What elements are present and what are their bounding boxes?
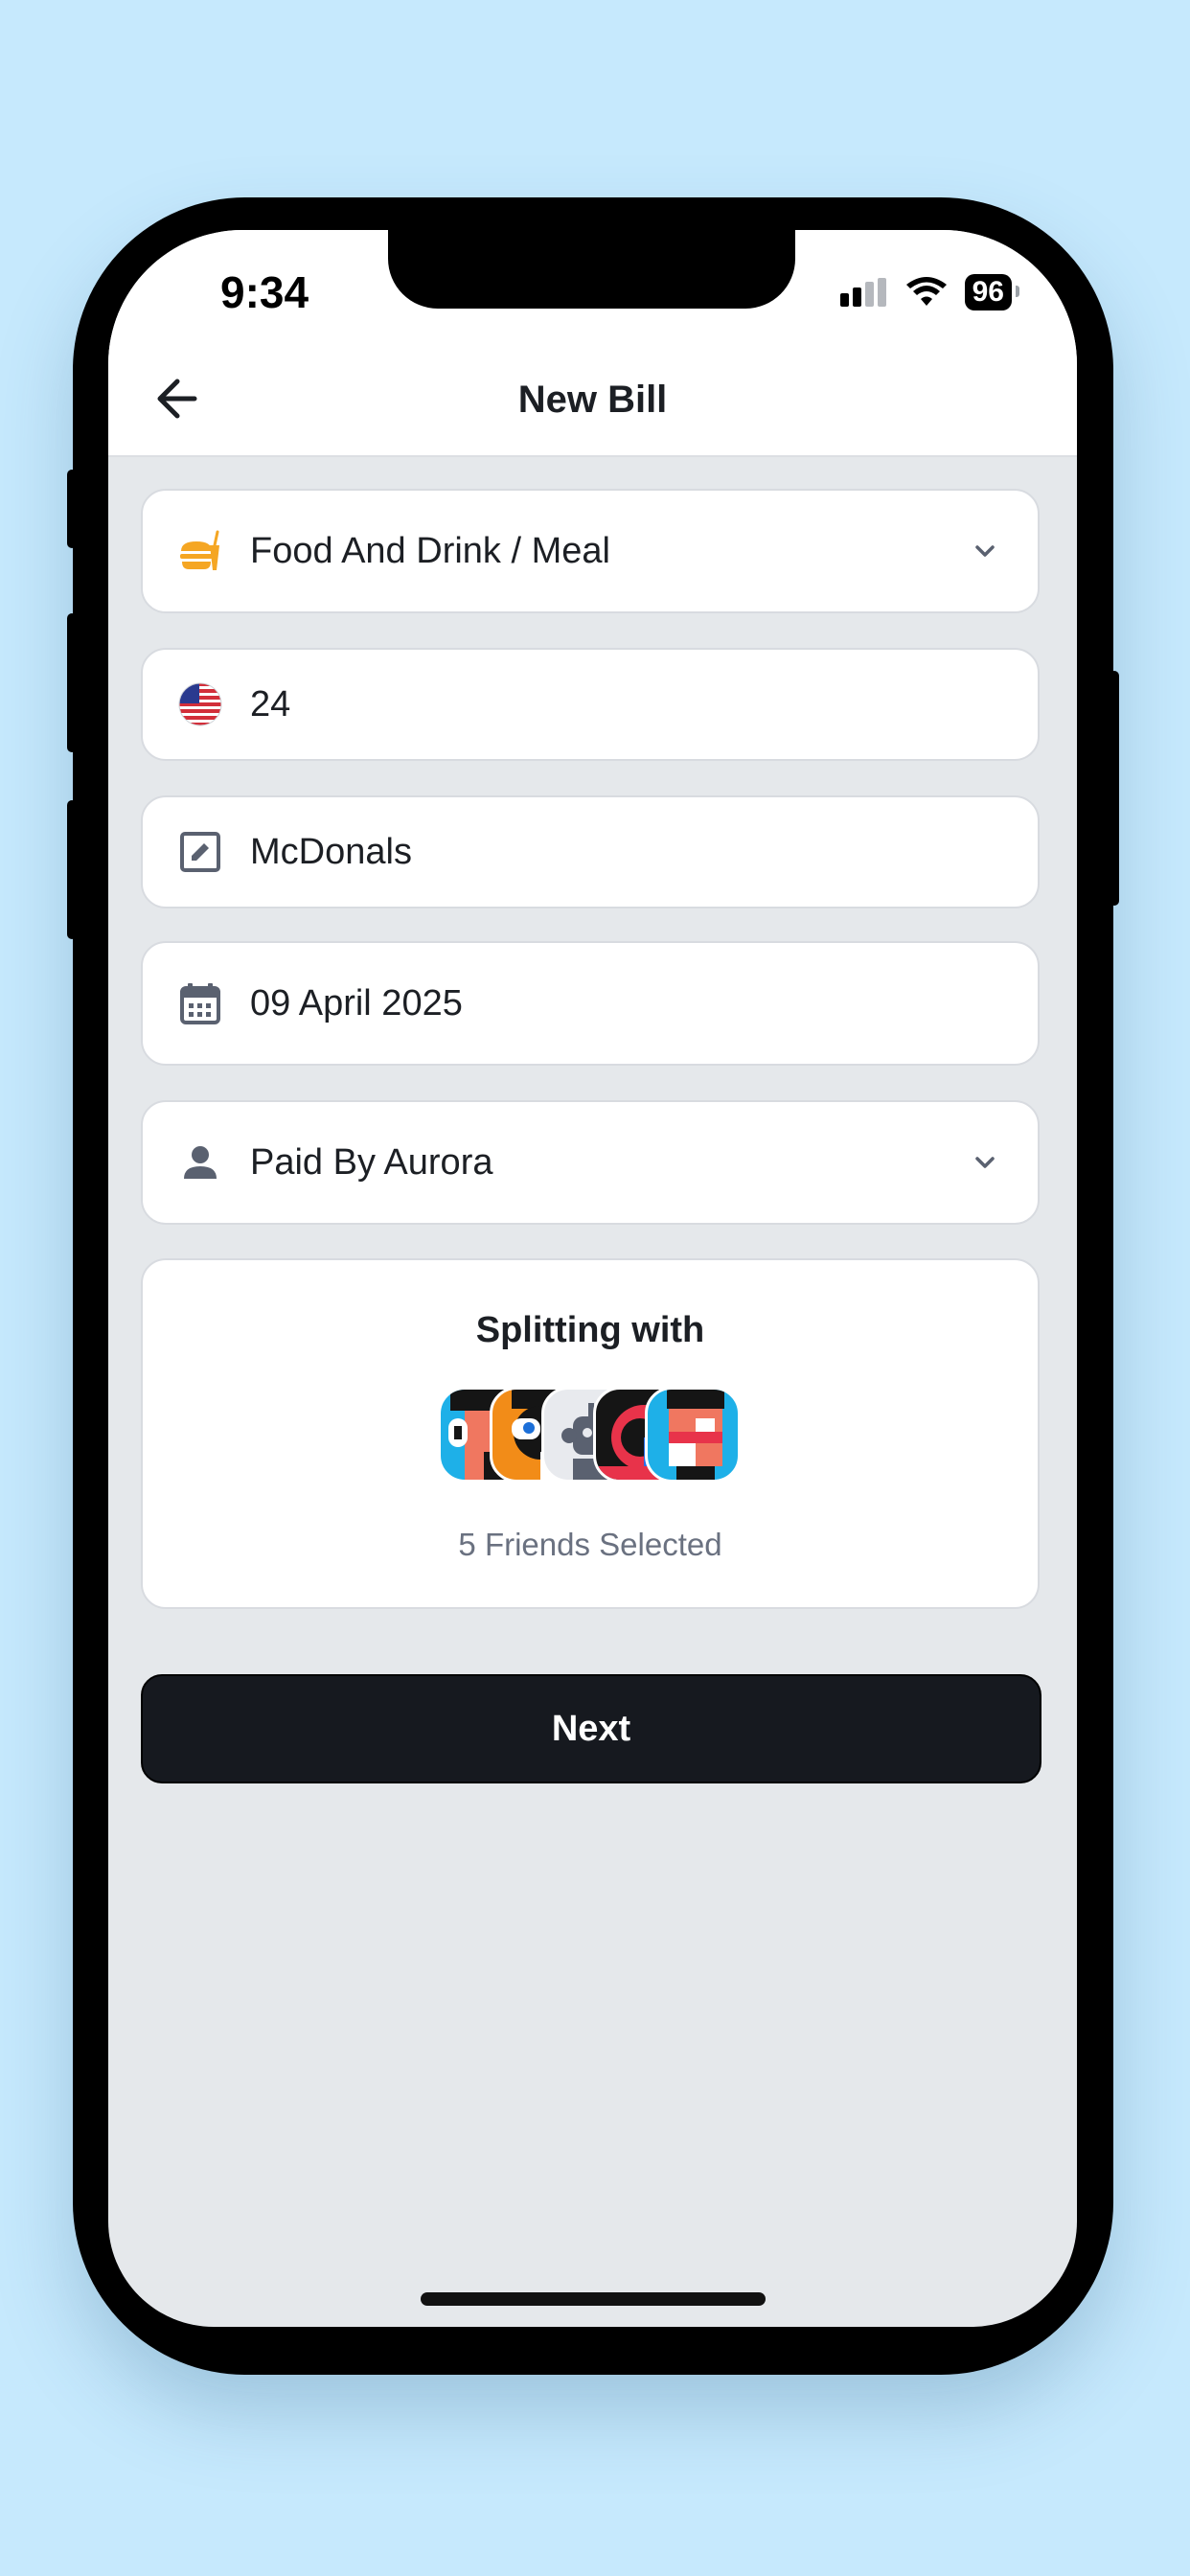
description-field[interactable]: McDonals [141,795,1040,908]
status-icons: 96 [839,274,1020,310]
splitting-card[interactable]: Splitting with 5 Friends Selected [141,1258,1040,1609]
amount-field[interactable]: 24 [141,648,1040,761]
friends-avatar-stack[interactable] [438,1387,744,1483]
category-value: Food And Drink / Meal [250,530,610,571]
paid-by-select[interactable]: Paid By Aurora [141,1100,1040,1225]
phone-power-button [1110,671,1119,906]
calendar-icon [173,977,227,1030]
food-drink-icon [173,524,227,578]
app-header: 9:34 96 New Bill [108,230,1077,457]
date-value: 09 April 2025 [250,982,463,1024]
page-title: New Bill [517,379,668,421]
edit-icon [173,825,227,879]
phone-volume-down [67,800,77,939]
person-icon [173,1136,227,1189]
cellular-signal-icon [839,278,886,307]
date-field[interactable]: 09 April 2025 [141,941,1040,1066]
chevron-down-icon [975,1157,995,1168]
battery-icon: 96 [964,274,1020,310]
wifi-icon [905,277,947,306]
status-time: 9:34 [220,267,309,317]
notch [388,230,795,309]
next-button[interactable]: Next [141,1674,1041,1783]
avatar [645,1387,741,1483]
category-select[interactable]: Food And Drink / Meal [141,489,1040,613]
phone-screen: 9:34 96 New Bill Food And Drink / Meal 2… [108,230,1077,2327]
splitting-title: Splitting with [475,1310,705,1350]
amount-value: 24 [250,683,291,724]
home-indicator[interactable] [421,2292,766,2306]
paid-by-value: Paid By Aurora [250,1141,493,1183]
chevron-down-icon [975,545,995,557]
phone-mute-switch [67,470,77,548]
description-value: McDonals [250,831,412,872]
us-flag-icon [173,678,227,731]
friends-selected-count: 5 Friends Selected [458,1527,722,1562]
phone-volume-up [67,613,77,752]
